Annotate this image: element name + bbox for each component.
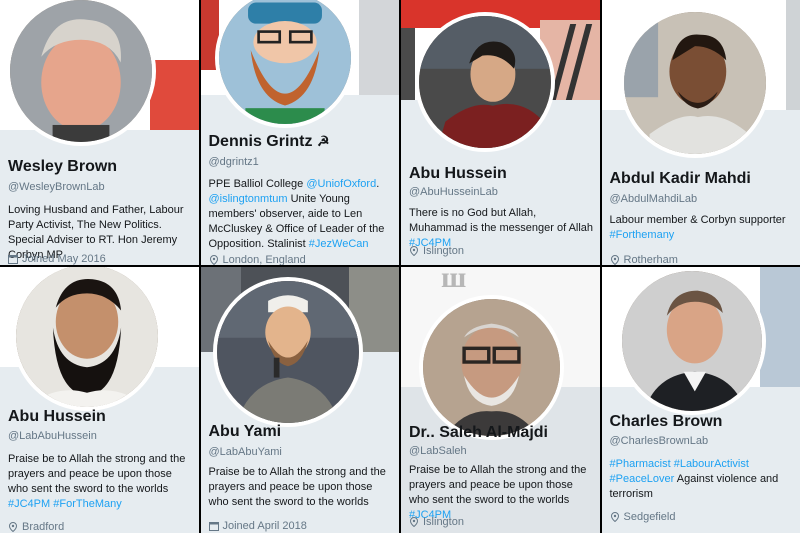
profile-meta-text: Joined April 2018	[222, 520, 307, 532]
profile-card-dennis-grintz[interactable]: Dennis Grintz ☭ @dgrintz1 PPE Balliol Co…	[200, 0, 399, 265]
profile-handle[interactable]: @CharlesBrownLab	[610, 435, 709, 447]
bio-hashtag[interactable]: #LabourActivist	[674, 458, 749, 470]
profile-meta: Sedgefield	[610, 511, 676, 523]
profile-meta-text: Rotherham	[623, 254, 678, 265]
profile-handle[interactable]: @dgrintz1	[209, 156, 259, 168]
profile-name: Abu Yami	[208, 423, 282, 440]
profile-card-saleh-al-majdi[interactable]: ш Dr.. Saleh Al-Majdi @LabSaleh Praise b…	[401, 267, 600, 533]
profile-bio: Labour member & Corbyn supporter #Forthe…	[610, 213, 795, 243]
profile-meta: Joined April 2018	[208, 520, 307, 532]
profile-meta-text: Sedgefield	[623, 511, 676, 523]
bio-hashtag[interactable]: #JezWeCan	[309, 238, 369, 250]
profile-handle[interactable]: @LabSaleh	[409, 445, 467, 457]
profile-name: Abu Hussein	[409, 165, 507, 182]
avatar[interactable]	[12, 267, 162, 411]
profile-card-wesley-brown[interactable]: Wesley Brown @WesleyBrownLab Loving Husb…	[0, 0, 199, 265]
profile-meta-text: London, England	[222, 254, 306, 265]
profile-name: Dr.. Saleh Al-Majdi	[409, 424, 548, 441]
profile-handle[interactable]: @LabAbuYami	[209, 446, 282, 458]
profile-meta: Islington	[409, 516, 464, 528]
profile-meta: Bradford	[8, 521, 64, 533]
profile-bio: Praise be to Allah the strong and the pr…	[208, 466, 386, 508]
profile-bio: Praise be to Allah the strong and the pr…	[8, 452, 193, 512]
profile-handle[interactable]: @AbuHusseinLab	[409, 186, 498, 198]
avatar[interactable]	[617, 267, 766, 415]
location-icon	[8, 521, 18, 533]
avatar[interactable]	[419, 295, 564, 440]
profile-meta-text: Bradford	[22, 521, 65, 533]
profile-card-abu-hussein-bradford[interactable]: Abu Hussein @LabAbuHussein Praise be to …	[0, 267, 199, 533]
bio-hashtag[interactable]: #ForTheMany	[53, 498, 121, 510]
profile-name: Abu Hussein	[8, 408, 106, 425]
profile-name: Dennis Grintz ☭	[209, 133, 330, 151]
profile-handle[interactable]: @AbdulMahdiLab	[610, 193, 698, 205]
bio-text: .	[376, 178, 380, 190]
bio-link[interactable]: @UniofOxford	[306, 178, 376, 190]
profile-meta-text: Joined May 2016	[22, 253, 106, 265]
location-icon	[610, 254, 620, 265]
profile-card-abdul-kadir-mahdi[interactable]: Abdul Kadir Mahdi @AbdulMahdiLab Labour …	[601, 0, 800, 265]
avatar[interactable]	[415, 12, 555, 152]
avatar[interactable]	[6, 0, 156, 146]
location-icon	[409, 245, 419, 257]
bio-hashtag[interactable]: #PeaceLover	[610, 473, 675, 485]
bio-text: Praise be to Allah the strong and the pr…	[8, 453, 186, 495]
profile-meta: London, England	[209, 254, 306, 265]
profile-card-abu-hussein[interactable]: Abu Hussein @AbuHusseinLab There is no G…	[401, 0, 600, 265]
profile-meta-text: Islington	[423, 516, 464, 528]
profile-handle[interactable]: @WesleyBrownLab	[8, 181, 105, 193]
profile-handle[interactable]: @LabAbuHussein	[8, 430, 97, 442]
avatar[interactable]	[619, 8, 770, 158]
profile-bio: Praise be to Allah the strong and the pr…	[409, 463, 594, 523]
bio-link[interactable]: @islingtonmtum	[209, 193, 288, 205]
profile-bio: #Pharmacist #LabourActivist #PeaceLover …	[610, 457, 795, 502]
profile-meta: Rotherham	[610, 254, 678, 265]
location-icon	[409, 516, 419, 528]
profile-grid: Wesley Brown @WesleyBrownLab Loving Husb…	[0, 0, 800, 533]
profile-meta: Islington	[409, 245, 464, 257]
bio-hashtag[interactable]: #JC4PM	[8, 498, 50, 510]
profile-name: Charles Brown	[609, 413, 723, 430]
bio-text: Praise be to Allah the strong and the pr…	[409, 464, 587, 506]
bio-text: PPE Balliol College	[208, 178, 307, 190]
hammer-sickle-icon: ☭	[316, 133, 330, 149]
bio-text: Labour member & Corbyn supporter	[609, 214, 786, 226]
bio-text: There is no God but Allah, Muhammad is t…	[409, 207, 594, 234]
profile-meta: Joined May 2016	[8, 253, 106, 265]
profile-card-charles-brown[interactable]: Charles Brown @CharlesBrownLab #Pharmaci…	[601, 267, 800, 533]
bio-hashtag[interactable]: #Forthemany	[610, 229, 675, 241]
avatar[interactable]	[212, 277, 363, 427]
bio-hashtag[interactable]: #Pharmacist	[610, 458, 671, 470]
profile-bio: PPE Balliol College @UniofOxford. @islin…	[209, 177, 394, 252]
profile-name-text: Dennis Grintz	[208, 133, 313, 150]
calendar-icon	[8, 254, 18, 264]
calendar-icon	[208, 521, 219, 531]
profile-name: Wesley Brown	[8, 158, 118, 175]
location-icon	[209, 254, 219, 265]
profile-card-abu-yami[interactable]: Abu Yami @LabAbuYami Praise be to Allah …	[200, 267, 399, 533]
location-icon	[610, 511, 620, 523]
profile-meta-text: Islington	[423, 245, 464, 257]
profile-name: Abdul Kadir Mahdi	[609, 170, 751, 187]
